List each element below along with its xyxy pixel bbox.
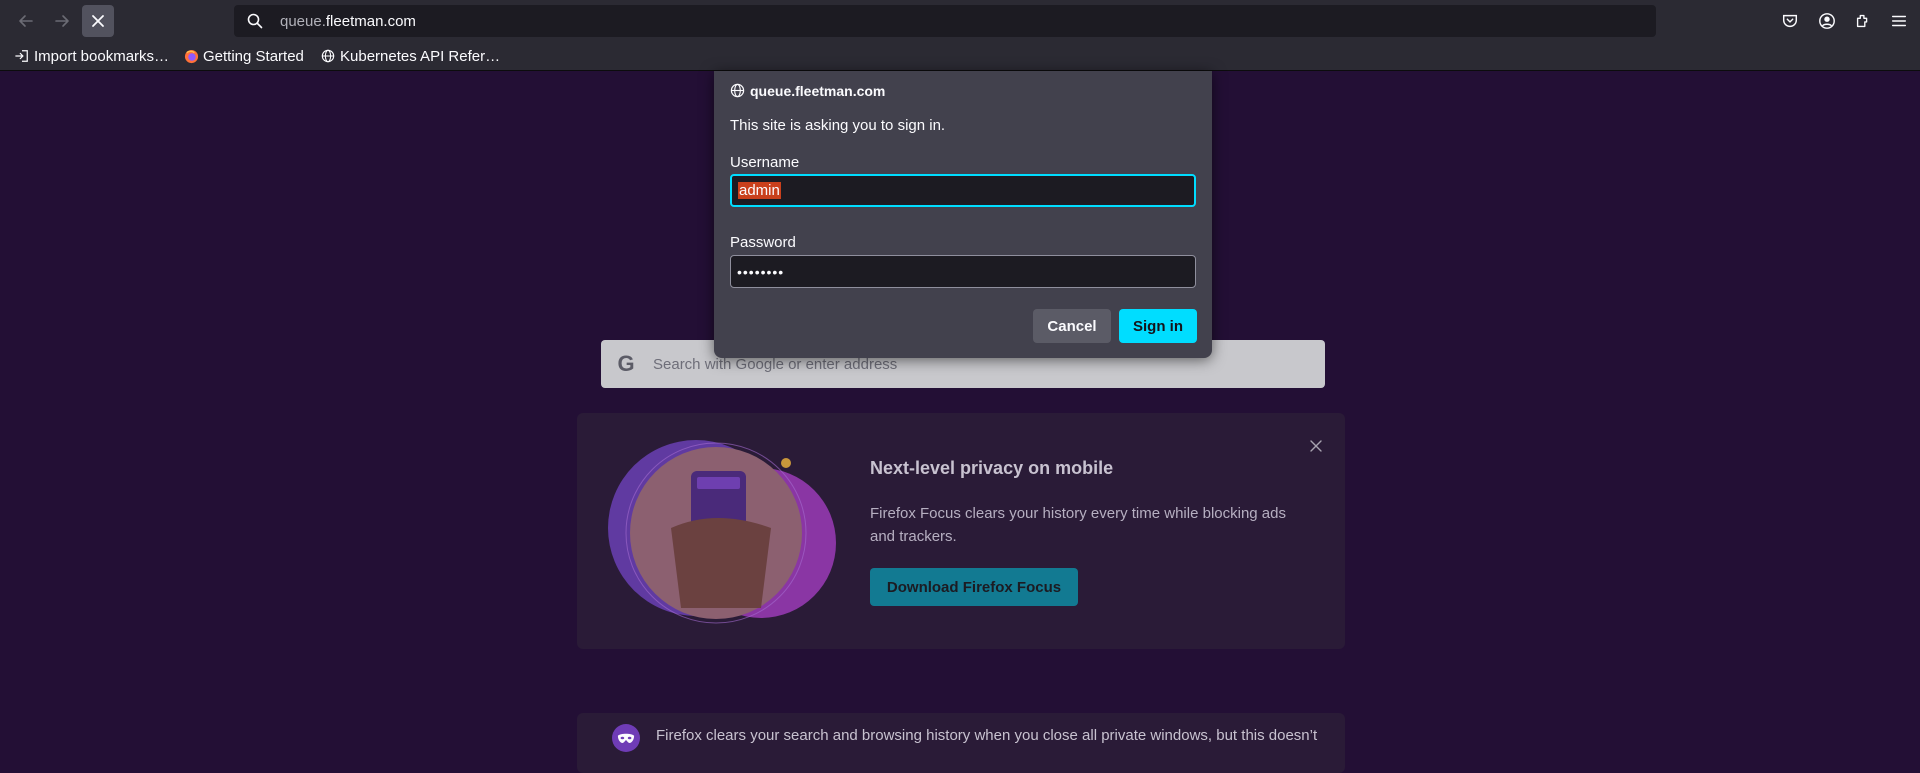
stop-button[interactable]: [82, 5, 114, 37]
bookmark-label: Import bookmarks…: [34, 47, 170, 65]
password-value: ••••••••: [737, 263, 785, 280]
globe-icon: [320, 48, 336, 64]
menu-icon[interactable]: [1889, 11, 1909, 31]
username-field[interactable]: admin: [730, 174, 1196, 207]
dialog-origin: queue.fleetman.com: [730, 83, 885, 99]
phone-illustration-icon: [608, 440, 836, 624]
promo-body: Firefox Focus clears your history every …: [870, 505, 1286, 545]
account-icon[interactable]: [1817, 11, 1837, 31]
url-subdomain: queue.: [280, 12, 326, 30]
back-button[interactable]: [10, 5, 42, 37]
arrow-right-icon: [55, 15, 69, 27]
forward-button[interactable]: [46, 5, 78, 37]
import-icon: [14, 48, 30, 64]
extensions-icon[interactable]: [1853, 11, 1873, 31]
address-bar[interactable]: queue.fleetman.com: [234, 5, 1656, 37]
bookmark-import[interactable]: Import bookmarks…: [14, 46, 169, 66]
username-value: admin: [738, 182, 781, 199]
private-browsing-text: Firefox clears your search and browsing …: [656, 727, 1318, 744]
download-focus-button[interactable]: Download Firefox Focus: [870, 568, 1078, 606]
url-text: queue.fleetman.com: [280, 13, 416, 30]
cancel-button[interactable]: Cancel: [1033, 309, 1111, 343]
sign-in-button[interactable]: Sign in: [1119, 309, 1197, 343]
username-label: Username: [730, 154, 800, 171]
globe-icon: [730, 83, 746, 99]
dialog-origin-text: queue.fleetman.com: [750, 83, 886, 99]
search-icon: [246, 12, 264, 30]
private-browsing-info: Firefox clears your search and browsing …: [577, 713, 1345, 773]
auth-dialog: queue.fleetman.com This site is asking y…: [714, 71, 1212, 358]
browser-toolbar: queue.fleetman.com: [0, 0, 1920, 43]
arrow-left-icon: [19, 15, 33, 27]
private-mask-icon: [612, 724, 640, 752]
bookmark-label: Kubernetes API Refer…: [340, 47, 501, 65]
password-label: Password: [730, 234, 796, 251]
promo-title: Next-level privacy on mobile: [870, 458, 1114, 478]
close-icon: [92, 15, 104, 27]
promo-close-button[interactable]: [1306, 436, 1326, 456]
bookmarks-toolbar: Import bookmarks… Getting Started Kubern…: [0, 43, 1920, 71]
pocket-icon[interactable]: [1780, 11, 1800, 31]
bookmark-kubernetes[interactable]: Kubernetes API Refer…: [320, 46, 500, 66]
google-icon: G: [617, 351, 635, 376]
dialog-message: This site is asking you to sign in.: [730, 117, 946, 134]
password-field[interactable]: ••••••••: [730, 255, 1196, 288]
search-placeholder: Search with Google or enter address: [653, 355, 898, 373]
focus-promo-card: Next-level privacy on mobile Firefox Foc…: [577, 413, 1345, 649]
close-icon: [1310, 440, 1322, 452]
firefox-icon: [183, 48, 199, 64]
bookmark-getting-started[interactable]: Getting Started: [183, 46, 304, 66]
url-domain: fleetman.com: [325, 12, 416, 30]
bookmark-label: Getting Started: [203, 47, 304, 65]
